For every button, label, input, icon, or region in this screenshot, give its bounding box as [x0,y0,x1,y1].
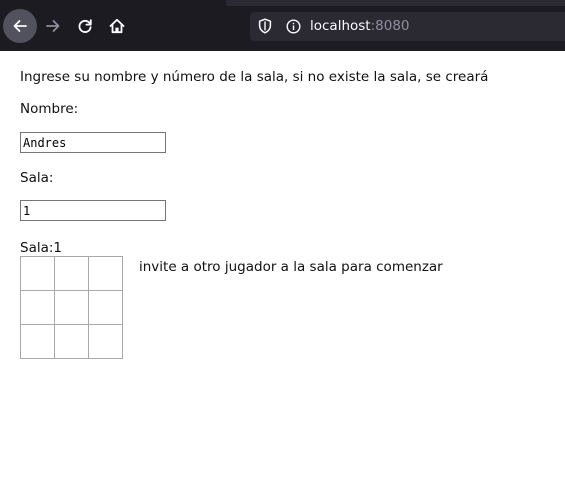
board-cell[interactable] [88,290,123,325]
board-cell[interactable] [20,256,55,291]
url-text[interactable]: localhost:8080 [310,18,410,35]
arrow-left-icon [13,20,27,32]
board-cell[interactable] [54,256,89,291]
reload-button[interactable] [68,9,102,43]
address-bar[interactable]: localhost:8080 [250,12,565,41]
board-cell[interactable] [20,290,55,325]
forward-button[interactable] [36,9,70,43]
board-cell[interactable] [20,324,55,359]
board-row [20,256,123,291]
name-input[interactable] [20,132,166,153]
room-label: Sala: [20,170,54,186]
tic-tac-toe-board [20,256,123,359]
shield-icon[interactable] [258,18,272,34]
arrow-right-icon [46,20,60,32]
board-cell[interactable] [88,256,123,291]
tab-strip [226,0,565,6]
name-label: Nombre: [20,101,79,117]
back-button[interactable] [3,9,37,43]
room-input[interactable] [20,200,166,221]
board-row [20,290,123,325]
instructions-text: Ingrese su nombre y número de la sala, s… [20,69,489,85]
board-row [20,324,123,359]
board-cell[interactable] [88,324,123,359]
current-room-label: Sala:1 [20,240,63,256]
url-port: :8080 [370,18,410,34]
browser-toolbar: localhost:8080 [0,0,565,51]
home-icon [109,18,125,34]
reload-icon [78,19,92,33]
info-icon[interactable] [286,19,301,34]
board-cell[interactable] [54,324,89,359]
status-message: invite a otro jugador a la sala para com… [139,259,443,275]
board-cell[interactable] [54,290,89,325]
home-button[interactable] [100,9,134,43]
url-host: localhost [310,18,371,34]
